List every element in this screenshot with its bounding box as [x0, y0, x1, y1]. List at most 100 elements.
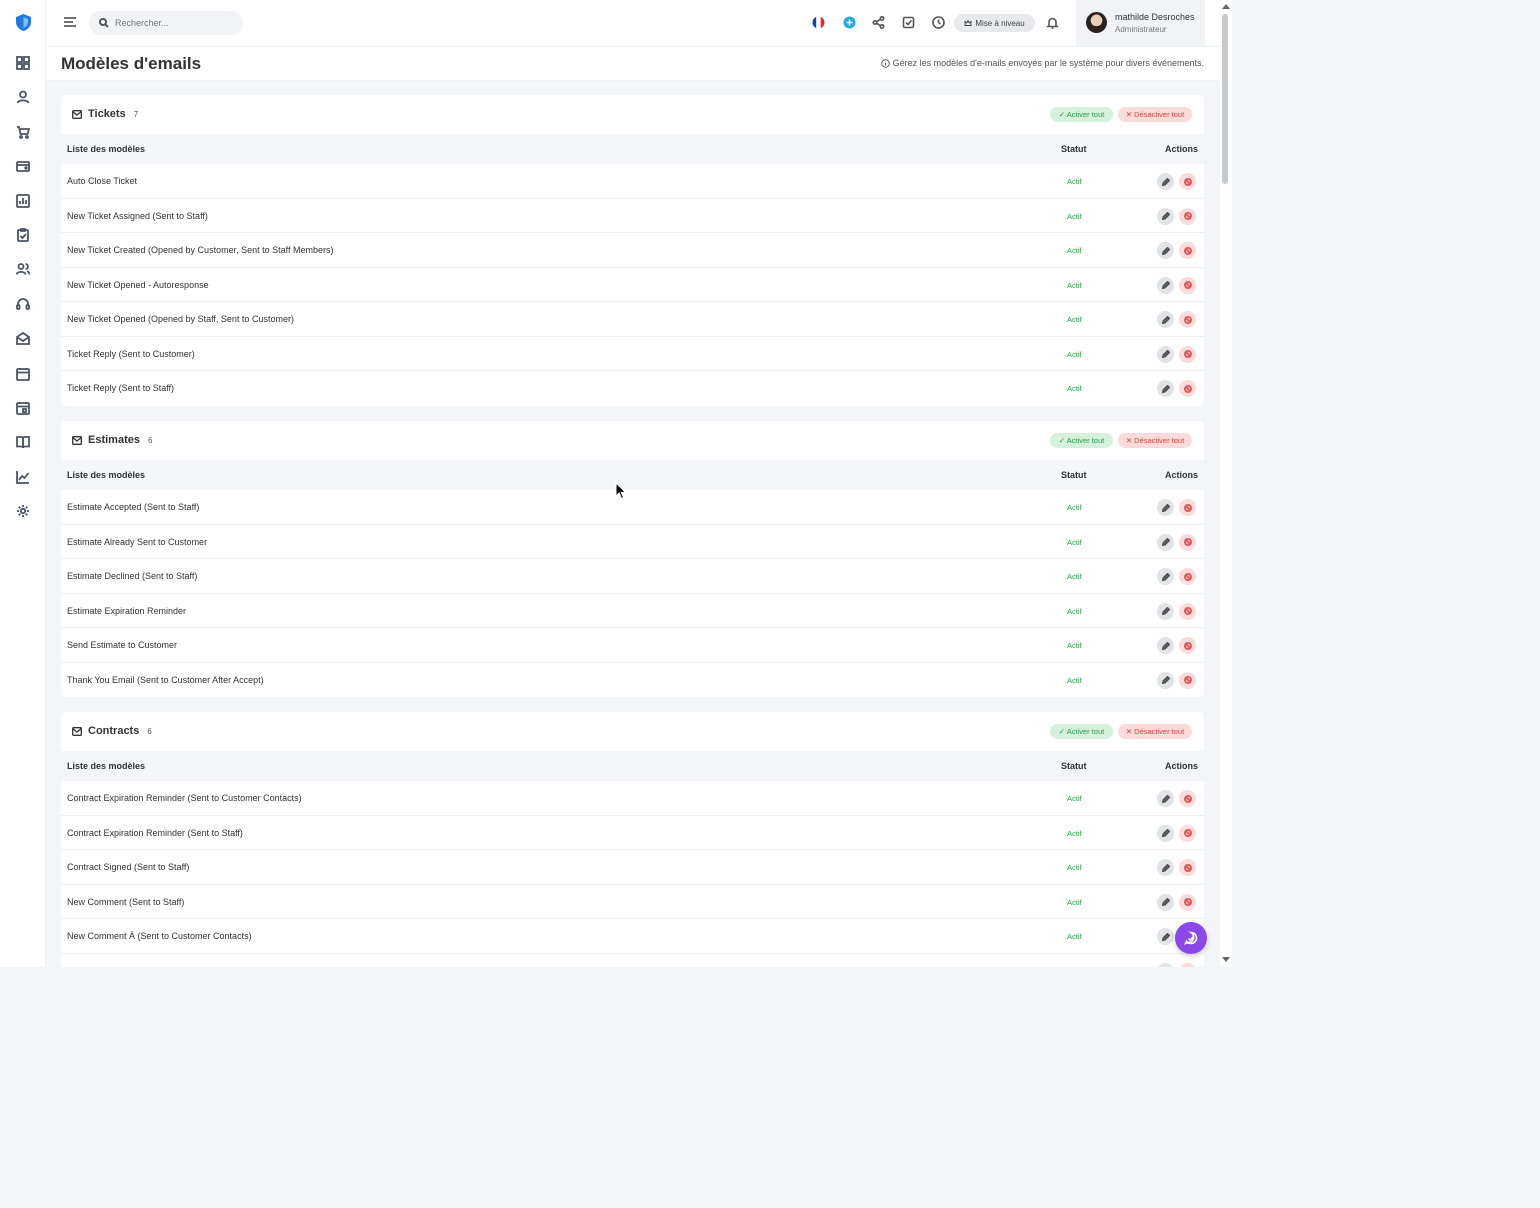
wallet-icon[interactable]	[14, 157, 32, 175]
avatar[interactable]	[1086, 12, 1107, 33]
scroll-up-icon[interactable]	[1222, 4, 1230, 9]
disable-button[interactable]	[1179, 499, 1196, 516]
ban-icon	[1183, 503, 1192, 512]
add-circle-icon[interactable]	[842, 15, 856, 29]
gear-icon[interactable]	[14, 502, 32, 520]
user-menu[interactable]: mathilde Desroches Administrateur	[1076, 0, 1205, 46]
edit-button[interactable]	[1157, 790, 1174, 807]
disable-button[interactable]	[1179, 893, 1196, 911]
mail-open-icon[interactable]	[14, 329, 32, 347]
search-input[interactable]	[115, 18, 235, 28]
chat-button[interactable]	[1175, 922, 1207, 954]
scroll-thumb[interactable]	[1222, 14, 1228, 184]
app-window: Mise à niveau mathilde Desroches Adminis…	[0, 0, 1232, 967]
status-badge: Actif	[1067, 641, 1082, 650]
edit-button[interactable]	[1157, 824, 1174, 842]
edit-button[interactable]	[1157, 173, 1174, 190]
edit-button[interactable]	[1157, 893, 1174, 911]
disable-button[interactable]	[1179, 345, 1196, 363]
template-name: Auto Close Ticket	[67, 176, 138, 186]
header-status: Statut	[1061, 144, 1087, 154]
section-title: Tickets 7	[88, 108, 138, 120]
edit-button[interactable]	[1157, 962, 1174, 967]
disable-all-button[interactable]: ✕ Désactiver tout	[1118, 107, 1192, 122]
enable-all-button[interactable]: ✓ Activer tout	[1050, 107, 1113, 122]
edit-button[interactable]	[1157, 345, 1174, 363]
enable-all-button[interactable]: ✓ Activer tout	[1050, 433, 1113, 448]
disable-button[interactable]	[1179, 671, 1196, 689]
disable-all-button[interactable]: ✕ Désactiver tout	[1118, 724, 1192, 739]
disable-button[interactable]	[1179, 276, 1196, 294]
disable-button[interactable]	[1179, 962, 1196, 967]
edit-button[interactable]	[1157, 380, 1174, 397]
scroll-down-icon[interactable]	[1222, 957, 1230, 962]
task-icon[interactable]	[14, 226, 32, 244]
pencil-icon	[1161, 503, 1170, 512]
trend-icon[interactable]	[14, 468, 32, 486]
edit-button[interactable]	[1157, 859, 1174, 876]
upgrade-button[interactable]: Mise à niveau	[954, 14, 1035, 32]
status-badge: Actif	[1067, 349, 1082, 359]
book-icon[interactable]	[14, 433, 32, 451]
logo-icon[interactable]	[15, 13, 32, 32]
enable-all-button[interactable]: ✓ Activer tout	[1050, 724, 1113, 739]
share-icon[interactable]	[871, 15, 885, 29]
disable-button[interactable]	[1179, 311, 1196, 328]
cart-icon[interactable]	[14, 123, 32, 141]
table-row: New Comment À (Sent to Customer Contacts…	[61, 919, 1204, 954]
edit-button[interactable]	[1157, 637, 1174, 654]
edit-button[interactable]	[1157, 499, 1174, 516]
calendar-event-icon[interactable]	[14, 399, 32, 417]
disable-button[interactable]	[1179, 207, 1196, 225]
disable-button[interactable]	[1179, 242, 1196, 259]
disable-button[interactable]	[1179, 602, 1196, 620]
edit-button[interactable]	[1157, 602, 1174, 620]
template-name: Estimate Already Sent to Customer	[67, 536, 208, 547]
disable-button[interactable]	[1179, 533, 1196, 551]
mail-icon	[72, 436, 82, 445]
disable-button[interactable]	[1179, 568, 1196, 585]
flag-fr-icon[interactable]	[811, 15, 825, 29]
edit-button[interactable]	[1157, 242, 1174, 259]
disable-button[interactable]	[1179, 173, 1196, 190]
table-row: Contract Expiration Reminder (Sent to Cu…	[61, 781, 1204, 816]
headset-icon[interactable]	[14, 295, 32, 313]
edit-button[interactable]	[1157, 311, 1174, 328]
edit-button[interactable]	[1157, 533, 1174, 551]
edit-button[interactable]	[1157, 276, 1174, 294]
template-name: Estimate Accepted (Sent to Staff)	[67, 502, 200, 512]
header-list: Liste des modèles	[67, 470, 146, 480]
disable-button[interactable]	[1179, 824, 1196, 842]
bell-icon[interactable]	[1045, 15, 1059, 29]
chart-bar-icon[interactable]	[14, 192, 32, 210]
template-name: Contract Expiration Reminder (Sent to St…	[67, 827, 243, 838]
template-rows: Contract Expiration Reminder (Sent to Cu…	[61, 781, 1204, 967]
menu-toggle-icon[interactable]	[63, 15, 77, 29]
ban-icon	[1183, 246, 1192, 255]
edit-button[interactable]	[1157, 207, 1174, 225]
edit-button[interactable]	[1157, 928, 1174, 945]
page-title: Modèles d'emails	[61, 54, 202, 73]
search-box[interactable]	[89, 11, 243, 35]
clock-icon[interactable]	[931, 15, 945, 29]
checkbox-icon[interactable]	[901, 15, 915, 29]
dashboard-icon[interactable]	[14, 54, 32, 72]
calendar-icon[interactable]	[14, 365, 32, 383]
disable-button[interactable]	[1179, 790, 1196, 807]
pencil-icon	[1161, 212, 1170, 220]
disable-button[interactable]	[1179, 637, 1196, 654]
edit-button[interactable]	[1157, 568, 1174, 585]
disable-button[interactable]	[1179, 859, 1196, 876]
ban-icon	[1183, 898, 1192, 906]
template-name: New Ticket Created (Opened by Customer, …	[67, 245, 334, 255]
section-count: 6	[147, 436, 153, 445]
edit-button[interactable]	[1157, 671, 1174, 689]
disable-all-button[interactable]: ✕ Désactiver tout	[1118, 433, 1192, 448]
status-badge: Actif	[1067, 315, 1082, 324]
disable-button[interactable]	[1179, 380, 1196, 397]
user-icon[interactable]	[14, 88, 32, 106]
ban-icon	[1183, 281, 1192, 289]
team-icon[interactable]	[14, 260, 32, 278]
scrollbar[interactable]	[1220, 0, 1232, 967]
status-badge: Actif	[1067, 384, 1082, 393]
